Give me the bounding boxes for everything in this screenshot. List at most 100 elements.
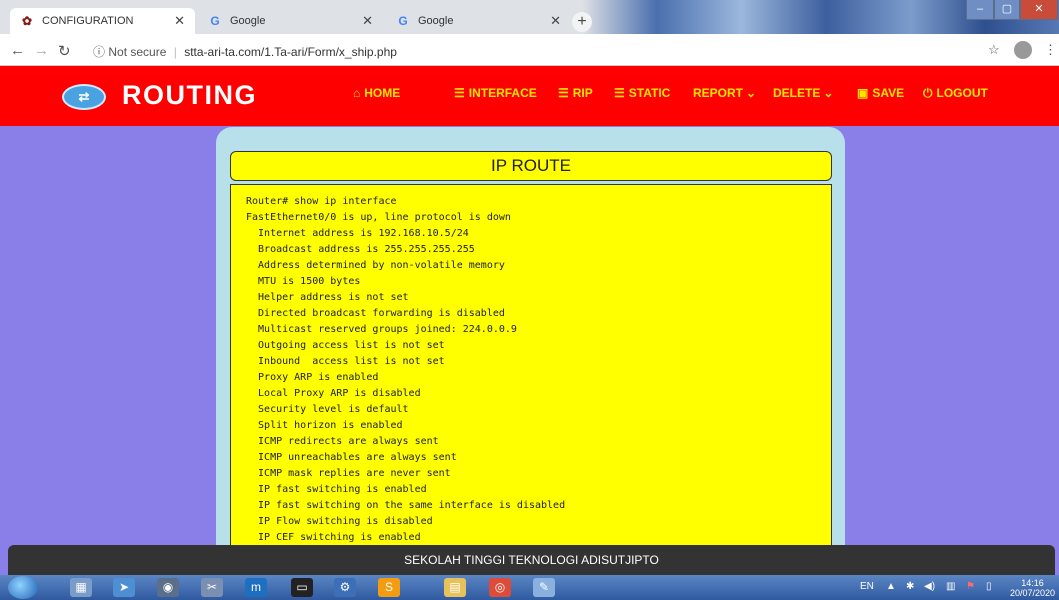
output-line: Multicast reserved groups joined: 224.0.… <box>246 324 517 335</box>
clock-date: 20/07/2020 <box>1010 588 1056 598</box>
address-bar: ← → ↻ ⓘ Not secure | stta-ari-ta.com/1.T… <box>0 34 1059 66</box>
windows-taskbar: ▦ ➤ ◉ ✂ m ▭ ⚙ S ▤ ◎ ✎ EN ▲ ✱ ◀) ▥ ⚑ ▯ 14… <box>0 575 1059 600</box>
chrome-icon[interactable]: ◎ <box>489 578 511 597</box>
nav-label: REPORT <box>693 86 744 100</box>
nav-home[interactable]: ⌂ HOME <box>353 86 400 100</box>
google-favicon-icon: G <box>398 14 408 28</box>
nav-logout[interactable]: ⏻ LOGOUT <box>923 86 988 101</box>
info-icon: ⓘ <box>93 45 106 59</box>
output-line: Outgoing access list is not set <box>246 340 445 351</box>
battery-icon[interactable]: ▯ <box>986 581 992 592</box>
window-close-button[interactable]: ✕ <box>1020 0 1058 20</box>
command-output-box: Router# show ip interface FastEthernet0/0… <box>230 184 832 564</box>
nav-label: SAVE <box>872 86 905 100</box>
output-line: Directed broadcast forwarding is disable… <box>246 308 505 319</box>
clock-time: 14:16 <box>1021 578 1044 588</box>
list-icon: ☰ <box>614 86 625 100</box>
output-line: Local Proxy ARP is disabled <box>246 388 421 399</box>
output-line: Address determined by non-volatile memor… <box>246 260 505 271</box>
tray-arrow-icon[interactable]: ▲ <box>886 581 896 592</box>
nav-label: DELETE <box>773 86 821 100</box>
output-line: ICMP unreachables are always sent <box>246 452 457 463</box>
volume-icon[interactable]: ◀) <box>924 581 935 592</box>
output-line: Internet address is 192.168.10.5/24 <box>246 228 469 239</box>
folder-icon[interactable]: ▤ <box>444 578 466 597</box>
nav-static[interactable]: ☰ STATIC <box>614 86 670 100</box>
nav-label: RIP <box>572 86 593 100</box>
output-line: Broadcast address is 255.255.255.255 <box>246 244 475 255</box>
command-output-text: Router# show ip interface FastEthernet0/0… <box>246 194 565 546</box>
close-icon[interactable]: ✕ <box>550 13 561 29</box>
nav-interface[interactable]: ☰ INTERFACE <box>454 86 537 100</box>
nav-label: INTERFACE <box>468 86 537 100</box>
output-line: ICMP redirects are always sent <box>246 436 439 447</box>
system-clock[interactable]: 14:16 20/07/2020 <box>1010 578 1055 598</box>
browser-tab-strip: ✿ CONFIGURATION ✕ G Google ✕ G Google ✕ … <box>0 0 1059 34</box>
power-icon: ⏻ <box>923 86 933 100</box>
telegram-icon[interactable]: ➤ <box>113 578 135 597</box>
nav-label: LOGOUT <box>936 86 988 100</box>
brand-title: ROUTING <box>122 80 257 110</box>
maxthon-icon[interactable]: m <box>245 578 267 597</box>
forward-arrow-icon[interactable]: → <box>34 42 49 59</box>
output-line: Security level is default <box>246 404 409 415</box>
network-icon[interactable]: ▥ <box>946 581 955 592</box>
not-secure-label: Not secure <box>108 45 167 59</box>
language-indicator[interactable]: EN <box>860 581 874 592</box>
chevron-down-icon: ⌄ <box>746 86 757 100</box>
nav-report[interactable]: REPORT ⌄ <box>693 86 760 100</box>
reload-icon[interactable]: ↻ <box>58 42 71 60</box>
page-title: IP ROUTE <box>230 151 832 181</box>
output-line: MTU is 1500 bytes <box>246 276 361 287</box>
url-field[interactable]: ⓘ Not secure | stta-ari-ta.com/1.Ta-ari/… <box>93 43 397 60</box>
home-icon: ⌂ <box>353 86 361 100</box>
list-icon: ☰ <box>558 86 569 100</box>
close-icon[interactable]: ✕ <box>362 13 373 29</box>
tab-google-2[interactable]: G Google ✕ <box>386 8 571 34</box>
list-icon: ☰ <box>454 86 465 100</box>
site-header: ⇄ ROUTING ⌂ HOME ☰ INTERFACE ☰ RIP ☰ STATIC … <box>0 66 1059 126</box>
paint-icon[interactable]: ✎ <box>533 578 555 597</box>
output-line: Helper address is not set <box>246 292 409 303</box>
nav-rip[interactable]: ☰ RIP <box>558 86 593 100</box>
tab-label: Google <box>418 15 454 27</box>
bookmark-star-icon[interactable]: ☆ <box>988 42 1000 58</box>
output-line: Split horizon is enabled <box>246 420 403 431</box>
nav-label: HOME <box>364 86 401 100</box>
tab-configuration[interactable]: ✿ CONFIGURATION ✕ <box>10 8 195 34</box>
tab-google-1[interactable]: G Google ✕ <box>198 8 383 34</box>
start-button[interactable] <box>8 576 38 599</box>
output-line: Router# show ip interface <box>246 196 397 207</box>
maximize-button[interactable]: ▢ <box>994 0 1020 20</box>
google-favicon-icon: G <box>210 14 220 28</box>
tab-label: CONFIGURATION <box>42 15 134 27</box>
bluetooth-icon[interactable]: ✱ <box>906 581 914 592</box>
nav-save[interactable]: ▣ SAVE <box>857 86 904 100</box>
output-line: ICMP mask replies are never sent <box>246 468 451 479</box>
chevron-down-icon: ⌄ <box>823 86 834 100</box>
output-line: FastEthernet0/0 is up, line protocol is … <box>246 212 511 223</box>
output-line: IP fast switching is enabled <box>246 484 427 495</box>
profile-avatar-icon[interactable] <box>1014 41 1032 59</box>
browser-icon[interactable]: ◉ <box>157 578 179 597</box>
nav-delete[interactable]: DELETE ⌄ <box>773 86 837 100</box>
minimize-button[interactable]: – <box>966 0 994 20</box>
site-footer: SEKOLAH TINGGI TEKNOLOGI ADISUTJIPTO <box>8 545 1055 575</box>
output-line: Proxy ARP is enabled <box>246 372 379 383</box>
sublime-icon[interactable]: S <box>378 578 400 597</box>
new-tab-button[interactable]: + <box>572 12 592 32</box>
tab-label: Google <box>230 15 266 27</box>
python-icon[interactable]: ⚙ <box>334 578 356 597</box>
menu-dots-icon[interactable]: ⋮ <box>1044 42 1057 58</box>
router-logo-icon: ⇄ <box>62 84 106 110</box>
calculator-icon[interactable]: ▦ <box>70 578 92 597</box>
terminal-icon[interactable]: ▭ <box>291 578 313 597</box>
close-icon[interactable]: ✕ <box>174 13 185 29</box>
back-arrow-icon[interactable]: ← <box>10 42 25 59</box>
tool-icon[interactable]: ✂ <box>201 578 223 597</box>
output-line: IP CEF switching is enabled <box>246 532 421 543</box>
nav-label: STATIC <box>628 86 671 100</box>
flag-icon[interactable]: ⚑ <box>966 581 975 592</box>
output-line: IP fast switching on the same interface … <box>246 500 566 511</box>
output-line: IP Flow switching is disabled <box>246 516 433 527</box>
